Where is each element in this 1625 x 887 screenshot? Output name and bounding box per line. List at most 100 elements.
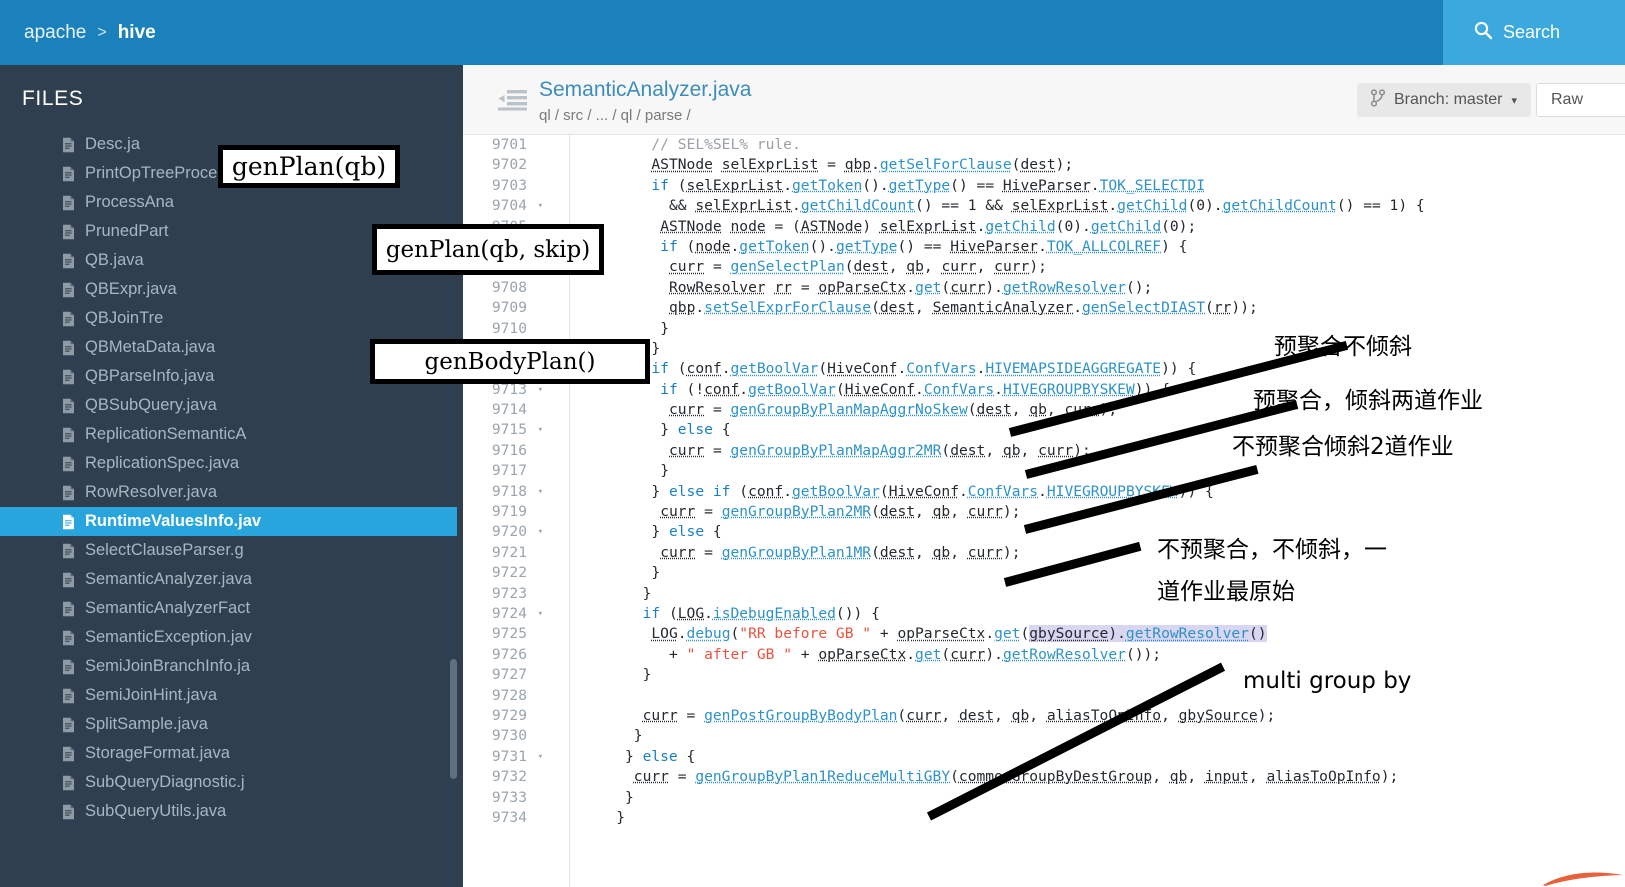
line-number[interactable]: 9722 [463,563,553,583]
code-line: 9729 curr = genPostGroupByBodyPlan(curr, … [463,706,1625,726]
line-number[interactable]: 9715 ▾ [463,420,553,440]
file-icon [62,166,75,182]
fold-toggle-icon[interactable]: ▾ [538,482,543,502]
app-root: apache > hive Search FILES Desc.ja PrintO… [0,0,1625,887]
file-list-item[interactable]: StorageFormat.java [0,739,457,768]
file-list-item[interactable]: RowResolver.java [0,478,457,507]
code-line: 9725 LOG.debug("RR before GB " + opParseC… [463,624,1625,644]
line-number[interactable]: 9724 ▾ [463,604,553,624]
code-line: 9704 ▾ && selExprList.getChildCount() == 1… [463,196,1625,216]
code-line-text: LOG.debug("RR before GB " + opParseCtx.g… [651,625,1267,643]
code-line-text: curr = genGroupByPlan1MR(dest, qb, curr)… [660,543,1021,561]
line-number[interactable]: 9701 [463,135,553,155]
file-list-item[interactable]: ReplicationSpec.java [0,449,457,478]
file-title[interactable]: SemanticAnalyzer.java [539,78,751,102]
code-line: 9721 curr = genGroupByPlan1MR(dest, qb, c… [463,543,1625,563]
file-list-item-label: SubQueryUtils.java [85,802,227,820]
breadcrumb-repo[interactable]: hive [118,22,156,44]
line-number[interactable]: 9731 ▾ [463,747,553,767]
code-line-text: curr = genGroupByPlanMapAggrNoSkew(dest,… [669,401,1117,419]
file-list-item[interactable]: QBSubQuery.java [0,391,457,420]
code-line-text: && selExprList.getChildCount() == 1 && s… [669,197,1425,215]
code-line-text: } [651,564,661,582]
fold-toggle-icon[interactable]: ▾ [538,604,543,624]
annotation-pre-agg-no-skew: 预聚合不倾斜 [1274,334,1412,360]
file-list-item[interactable]: ReplicationSemanticA [0,420,457,449]
line-number[interactable]: 9729 [463,706,553,726]
fold-toggle-icon[interactable]: ▾ [538,420,543,440]
line-number[interactable]: 9703 [463,176,553,196]
line-number[interactable]: 9714 [463,400,553,420]
fold-toggle-icon[interactable]: ▾ [538,196,543,216]
code-line: 9701 // SEL%SEL% rule. [463,135,1625,155]
branch-selector[interactable]: Branch: master ▾ [1357,83,1532,117]
code-line-text: curr = genGroupByPlanMapAggr2MR(dest, qb… [669,441,1091,459]
file-list-item[interactable]: ProcessAna [0,188,457,217]
file-list-item[interactable]: SemanticException.jav [0,623,457,652]
line-number[interactable]: 9728 [463,686,553,706]
file-list-item-label: SemiJoinBranchInfo.ja [85,657,251,675]
line-number[interactable]: 9733 [463,788,553,808]
raw-button[interactable]: Raw [1536,83,1625,117]
code-line-text: ASTNode node = (ASTNode) selExprList.get… [660,217,1197,235]
fold-toggle-icon[interactable]: ▾ [538,747,543,767]
line-number[interactable]: 9718 ▾ [463,482,553,502]
annotation-no-pre-agg-no-skew-line1: 不预聚合，不倾斜，一 [1157,537,1387,563]
line-number[interactable]: 9710 [463,319,553,339]
code-viewer[interactable]: 9701 // SEL%SEL% rule. 9702 ASTNode selExpr… [463,135,1625,887]
file-icon [62,398,75,414]
line-number[interactable]: 9720 ▾ [463,522,553,542]
line-number[interactable]: 9717 [463,461,553,481]
file-list-item[interactable]: RuntimeValuesInfo.jav [0,507,457,536]
search-button[interactable]: Search [1443,0,1625,65]
file-list-item[interactable]: QBExpr.java [0,275,457,304]
file-list-item[interactable]: SelectClauseParser.g [0,536,457,565]
line-number[interactable]: 9727 [463,665,553,685]
code-line: 9734} [463,808,1625,828]
file-icon [62,543,75,559]
line-number[interactable]: 9734 [463,808,553,828]
sidebar-scrollbar-thumb[interactable] [450,659,457,779]
file-icon [62,253,75,269]
collapse-sidebar-icon[interactable] [498,89,528,111]
code-line-text: if (node.getToken().getType() == HivePar… [660,237,1188,255]
line-number[interactable]: 9708 [463,278,553,298]
line-number[interactable]: 9730 [463,726,553,746]
line-number[interactable]: 9709 [463,298,553,318]
file-list-item[interactable]: SemanticAnalyzer.java [0,565,457,594]
code-panel: SemanticAnalyzer.java ql / src / ... / q… [463,65,1625,887]
fold-toggle-icon[interactable]: ▾ [538,522,543,542]
file-icon [62,369,75,385]
file-list-item[interactable]: SubQueryDiagnostic.j [0,768,457,797]
file-list-item[interactable]: SemanticAnalyzerFact [0,594,457,623]
code-line: 9727} [463,665,1625,685]
annotation-pre-agg-skew-two-jobs: 预聚合，倾斜两道作业 [1253,388,1483,414]
file-list-item-label: RuntimeValuesInfo.jav [85,512,262,530]
file-icon [62,282,75,298]
code-line-text: } [633,727,643,745]
line-number[interactable]: 9732 [463,767,553,787]
file-icon [62,630,75,646]
code-line: 9723} [463,584,1625,604]
search-label: Search [1503,22,1561,42]
line-number[interactable]: 9725 [463,624,553,644]
line-number[interactable]: 9723 [463,584,553,604]
file-list-item[interactable]: QBJoinTre [0,304,457,333]
file-list-item[interactable]: SplitSample.java [0,710,457,739]
file-icon [62,427,75,443]
code-line-text: RowResolver rr = opParseCtx.get(curr).ge… [669,278,1153,296]
line-number[interactable]: 9702 [463,155,553,175]
line-number[interactable]: 9721 [463,543,553,563]
file-icon [62,224,75,240]
file-list-item[interactable]: SubQueryUtils.java [0,797,457,826]
files-sidebar: FILES Desc.ja PrintOpTreeProcessor Process… [0,65,463,887]
code-line-text: curr = genSelectPlan(dest, qb, curr, cur… [669,258,1047,276]
code-line-text: if (!conf.getBoolVar(HiveConf.ConfVars.H… [660,380,1170,398]
line-number[interactable]: 9716 [463,441,553,461]
line-number[interactable]: 9704 ▾ [463,196,553,216]
breadcrumb-owner[interactable]: apache [24,22,86,44]
line-number[interactable]: 9726 [463,645,553,665]
line-number[interactable]: 9719 [463,502,553,522]
file-list-item[interactable]: SemiJoinHint.java [0,681,457,710]
file-list-item[interactable]: SemiJoinBranchInfo.ja [0,652,457,681]
